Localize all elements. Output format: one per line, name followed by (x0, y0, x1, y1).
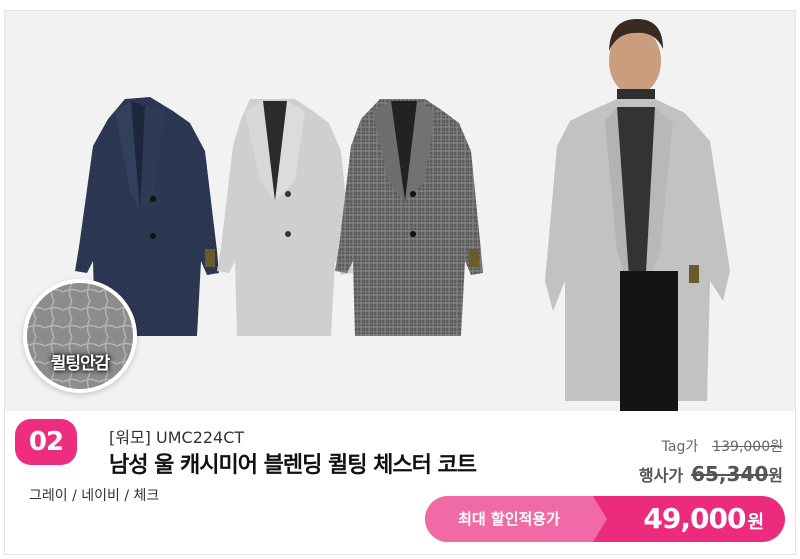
product-title[interactable]: 남성 울 캐시미어 블렌딩 퀼팅 체스터 코트 (109, 447, 477, 479)
event-price-row: 행사가 65,340원 (639, 462, 783, 486)
event-price-label: 행사가 (638, 466, 684, 485)
arrow-right-icon (593, 496, 607, 542)
max-discount-price-button[interactable]: 최대 할인적용가 49,000 원 (425, 496, 785, 542)
quilted-lining-label: 퀼팅안감 (50, 354, 111, 374)
max-discount-currency: 원 (747, 512, 764, 533)
product-card[interactable]: 퀼팅안감 02 [워모] UMC224CT 남성 울 캐시미어 블렌딩 퀼팅 체… (4, 10, 796, 555)
quilted-lining-badge: 퀼팅안감 (23, 279, 137, 393)
color-options: 그레이 / 네이비 / 체크 (29, 488, 160, 504)
model-photo (545, 19, 730, 411)
event-price: 65,340 (691, 462, 769, 486)
product-image[interactable]: 퀼팅안감 (5, 11, 795, 411)
max-discount-price: 49,000 원 (643, 496, 764, 542)
tag-price-label: Tag가 (661, 439, 699, 455)
tag-price: 139,000원 (712, 439, 783, 455)
brand-code: [워모] UMC224CT (109, 428, 245, 447)
check-coat (335, 99, 483, 336)
max-discount-label: 최대 할인적용가 (425, 496, 593, 542)
gray-coat (217, 99, 353, 336)
tag-price-row: Tag가 139,000원 (662, 436, 783, 456)
rank-badge: 02 (15, 419, 77, 465)
max-discount-amount: 49,000 (643, 502, 746, 535)
event-price-currency: 원 (768, 466, 783, 485)
